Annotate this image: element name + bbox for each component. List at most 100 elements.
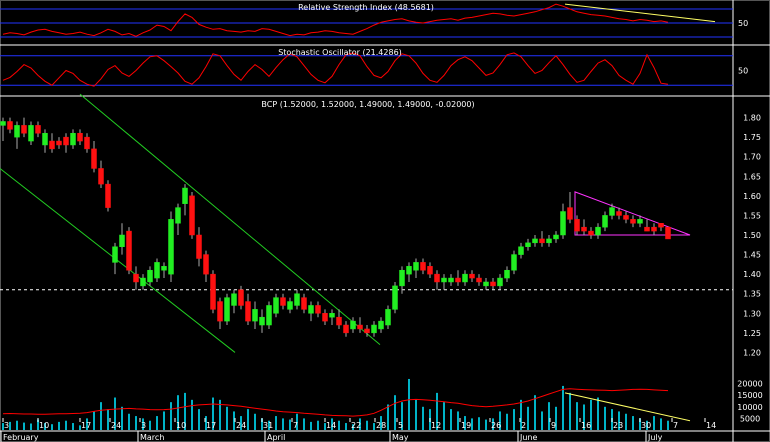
day-tick-label: 12 [431, 421, 441, 430]
candle-body-up [532, 238, 538, 244]
candle-body-down [651, 226, 657, 232]
candle [329, 309, 335, 326]
candle-body-up [175, 207, 181, 224]
candle-body-down [336, 316, 342, 326]
day-tick-label: 7 [293, 421, 298, 430]
candle-body-down [49, 140, 55, 150]
candle [546, 235, 552, 247]
price-title: BCP (1.52000, 1.52000, 1.49000, 1.49000,… [261, 100, 474, 109]
candle-body-down [56, 140, 62, 146]
candle-body-up [350, 320, 356, 330]
volume-bar [149, 420, 151, 430]
month-label: May [392, 433, 409, 442]
day-tick-label: 14 [706, 421, 716, 430]
candle [469, 270, 475, 282]
price-ytick: 1.30 [743, 309, 761, 318]
candle-body-up [413, 262, 419, 271]
volume-bar [107, 409, 109, 430]
candle-body-up [546, 238, 552, 244]
candle [231, 289, 237, 314]
volume-bar [653, 416, 655, 430]
price-ytick: 1.70 [743, 153, 761, 162]
candle-body-down [476, 277, 482, 283]
candle-body-up [70, 132, 76, 146]
candle-body-down [455, 277, 461, 283]
volume-average-line [2, 388, 669, 417]
price-ytick: 1.50 [743, 231, 761, 240]
candle [476, 274, 482, 286]
candle-body-up [511, 254, 517, 271]
candle-body-up [273, 297, 279, 314]
candle-body-down [427, 266, 433, 275]
candle [21, 117, 27, 138]
candle-body-down [567, 207, 573, 220]
day-tick-label: 22 [351, 421, 361, 430]
volume-bar [170, 402, 172, 430]
volume-bar [226, 406, 228, 430]
price-ytick: 1.20 [743, 348, 761, 357]
candle-body-up [147, 269, 153, 283]
volume-bar [275, 416, 277, 430]
day-tick-label: 28 [376, 421, 386, 430]
candle-body-down [196, 234, 202, 259]
candle [315, 301, 321, 318]
channel-line-0 [79, 93, 381, 345]
price-ytick: 1.35 [743, 290, 761, 299]
volume-bar [65, 420, 67, 430]
candle-body-down [245, 301, 251, 322]
candle-body-down [658, 223, 664, 228]
candle [343, 321, 349, 337]
candle-body-up [42, 132, 48, 146]
volume-bar [485, 419, 487, 430]
volume-bar [576, 402, 578, 430]
candle [91, 141, 97, 173]
candle [189, 191, 195, 239]
candle-body-up [224, 297, 230, 322]
day-tick-label: 10 [176, 421, 186, 430]
volume-ytick: 20000 [737, 380, 762, 389]
candle-body-up [560, 211, 566, 236]
volume-bar [338, 420, 340, 430]
candle [644, 219, 650, 232]
stoch-title: Stochastic Oscillator (21.4286) [278, 48, 402, 57]
volume-bar [506, 413, 508, 430]
candle-body-down [210, 273, 216, 310]
volume-bar [387, 404, 389, 430]
candle-body-down [84, 136, 90, 150]
volume-bar [373, 423, 375, 430]
candle-body-down [490, 281, 496, 287]
volume-bar [408, 378, 410, 430]
volume-bar [534, 395, 536, 430]
candle-body-down [588, 230, 594, 236]
candle-body-down [630, 219, 636, 224]
candle-body-up [518, 246, 524, 255]
month-label: June [519, 433, 538, 442]
candle [0, 117, 6, 142]
volume-bar [303, 418, 305, 430]
volume-bar [478, 417, 480, 430]
volume-bar [23, 422, 25, 430]
day-tick-label: 9 [551, 421, 556, 430]
volume-bar [16, 420, 18, 430]
day-tick-label: 17 [206, 421, 216, 430]
candle-body-up [371, 324, 377, 334]
price-panel: BCP (1.52000, 1.52000, 1.49000, 1.49000,… [0, 93, 761, 357]
volume-bar [345, 423, 347, 430]
candle [294, 289, 300, 310]
candle-body-up [14, 125, 20, 138]
candle-body-down [35, 125, 41, 134]
candle-body-down [280, 297, 286, 306]
month-label: April [267, 433, 285, 442]
candle-body-up [266, 305, 272, 326]
price-ytick: 1.45 [743, 251, 761, 260]
candle [126, 227, 132, 275]
volume-ytick: 15000 [737, 391, 762, 400]
stochastic-panel: Stochastic Oscillator (21.4286) 50 [0, 48, 748, 87]
candle [602, 211, 608, 232]
candle-body-down [98, 168, 104, 185]
candle-body-up [329, 313, 335, 318]
volume-bar [191, 399, 193, 430]
candle-body-down [21, 125, 27, 134]
technical-chart: Relative Strength Index (48.5681) 50 Stoc… [0, 0, 770, 442]
candle-body-down [364, 328, 370, 334]
